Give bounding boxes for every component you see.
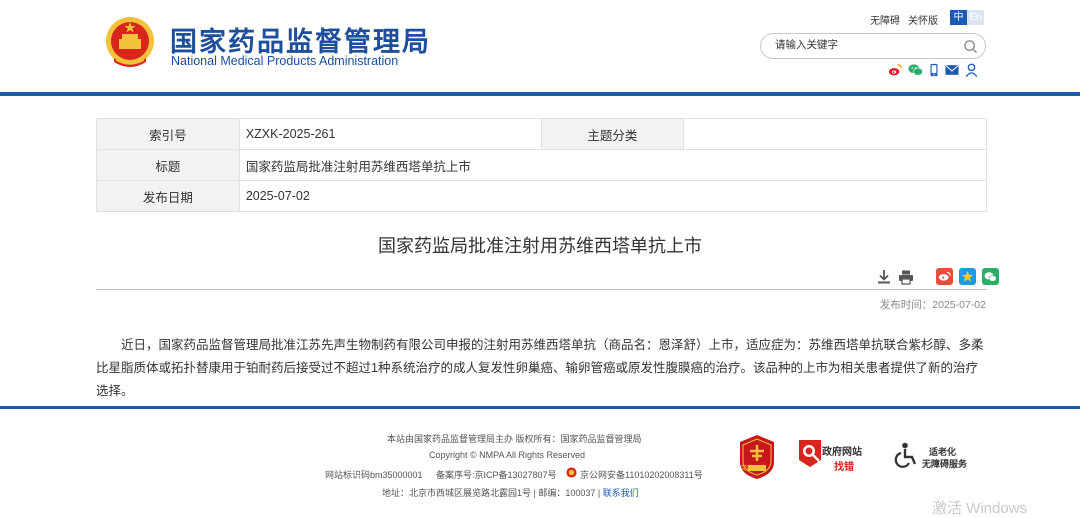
title-divider <box>96 289 987 290</box>
footer-site-id: 网站标识码bm35000001 <box>325 470 423 480</box>
site-title-en[interactable]: National Medical Products Administration <box>171 54 398 68</box>
search-box <box>760 33 986 59</box>
mail-icon[interactable] <box>945 64 959 76</box>
search-icon[interactable] <box>963 39 978 54</box>
article-tools <box>876 268 999 285</box>
meta-value-topic <box>683 118 987 150</box>
weibo-icon[interactable] <box>888 63 902 77</box>
article-title: 国家药监局批准注射用苏维西塔单抗上市 <box>378 236 702 257</box>
accessibility-icon[interactable] <box>893 442 919 468</box>
national-emblem-icon[interactable] <box>104 14 156 72</box>
meta-label-date: 发布日期 <box>96 180 240 212</box>
share-weibo-icon[interactable] <box>936 268 953 285</box>
lang-cn-button[interactable]: 中 <box>950 10 967 25</box>
gov-website-error-label[interactable]: 找错 <box>834 458 854 473</box>
footer-copyright-cn: 本站由国家药品监督管理局主办 版权所有：国家药品监督管理局 <box>387 434 642 444</box>
accessibility-link[interactable]: 无障碍 <box>870 12 900 27</box>
lang-en-button[interactable]: En <box>967 10 984 25</box>
footer-icp[interactable]: 备案序号:京ICP备13027807号 <box>436 468 557 481</box>
wechat-icon[interactable] <box>908 63 923 77</box>
gov-website-error-icon[interactable] <box>796 438 824 468</box>
footer-address: 地址：北京市西城区展览路北露园1号 | 邮编：100037 | 联系我们 <box>382 486 639 499</box>
meta-value-title: 国家药监局批准注射用苏维西塔单抗上市 <box>238 149 988 181</box>
meta-label-topic: 主题分类 <box>540 118 685 150</box>
header-divider <box>0 92 1080 96</box>
search-input[interactable] <box>775 39 955 51</box>
share-qzone-icon[interactable] <box>959 268 976 285</box>
meta-row-index: 索引号 XZXK-2025-261 主题分类 <box>96 118 987 150</box>
footer-copyright-en: Copyright © NMPA All Rights Reserved <box>429 450 586 460</box>
language-switch: 中 En <box>950 10 984 25</box>
accessibility-label-2[interactable]: 无障碍服务 <box>922 457 967 470</box>
article-meta-table: 索引号 XZXK-2025-261 主题分类 标题 国家药监局批准注射用苏维西塔… <box>96 118 988 212</box>
download-icon[interactable] <box>876 269 892 285</box>
meta-label-title: 标题 <box>96 149 240 181</box>
user-icon[interactable] <box>965 63 978 77</box>
police-badge-icon <box>566 467 577 478</box>
gov-website-label[interactable]: 政府网站 <box>822 443 862 458</box>
publish-time: 发布时间：2025-07-02 <box>879 299 986 311</box>
party-gov-badge-icon[interactable] <box>738 434 776 480</box>
meta-value-date: 2025-07-02 <box>238 180 988 212</box>
share-wechat-icon[interactable] <box>982 268 999 285</box>
site-header: 国家药品监督管理局 National Medical Products Admi… <box>0 0 1080 92</box>
windows-activation-watermark: 激活 Windows <box>932 500 1028 517</box>
meta-value-index: XZXK-2025-261 <box>238 118 542 150</box>
mobile-icon[interactable] <box>929 63 939 77</box>
meta-label-index: 索引号 <box>96 118 240 150</box>
print-icon[interactable] <box>898 269 914 285</box>
contact-us-link[interactable]: 联系我们 <box>603 488 639 498</box>
footer-address-text: 地址：北京市西城区展览路北露园1号 | 邮编：100037 | <box>382 488 601 498</box>
meta-row-date: 发布日期 2025-07-02 <box>96 180 988 212</box>
top-links: 无障碍 关怀版 <box>870 12 938 27</box>
party-gov-badge-label: 党政机关 <box>741 466 766 472</box>
elderly-mode-link[interactable]: 关怀版 <box>908 12 938 27</box>
meta-row-title: 标题 国家药监局批准注射用苏维西塔单抗上市 <box>96 149 988 181</box>
social-links <box>888 63 978 77</box>
site-footer: 本站由国家药品监督管理局主办 版权所有：国家药品监督管理局 Copyright … <box>0 409 1080 518</box>
footer-police[interactable]: 京公网安备11010202008311号 <box>580 468 703 481</box>
article-content: 近日，国家药品监督管理局批准江苏先声生物制药有限公司申报的注射用苏维西塔单抗（商… <box>96 338 984 398</box>
